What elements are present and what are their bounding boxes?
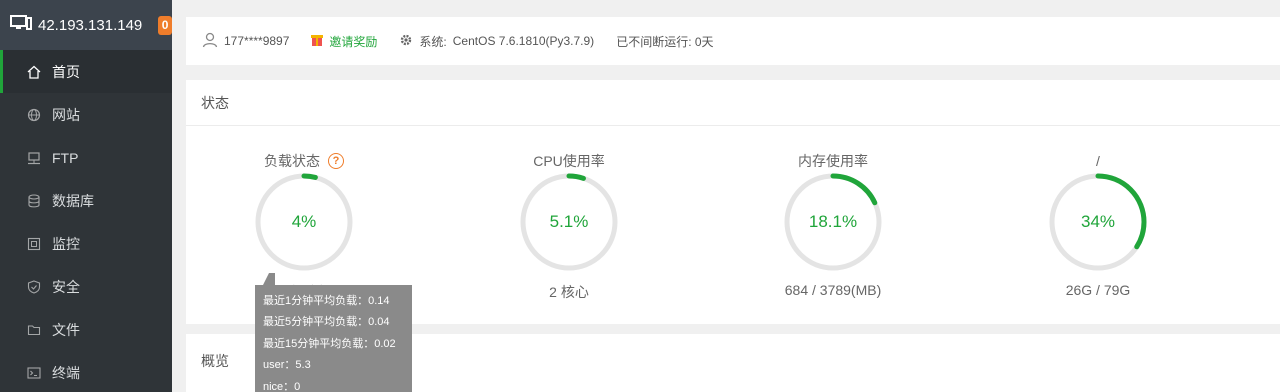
gauge-label: CPU使用率 <box>533 153 605 169</box>
database-icon <box>26 193 42 209</box>
sidebar: 42.193.131.149 0 首页 网站 FTP 数据库 监控 安全 文件 … <box>0 0 172 392</box>
ftp-icon <box>26 150 42 166</box>
gauge-subtext: 26G / 79G <box>1065 282 1131 298</box>
load-tooltip: 最近1分钟平均负载：0.14 最近5分钟平均负载：0.04 最近15分钟平均负载… <box>255 273 412 392</box>
gauge-label: 负载状态 <box>264 153 320 169</box>
gauge-memory[interactable]: 内存使用率 18.1% 684 / 3789(MB) <box>753 150 913 298</box>
gauge-label-row: / <box>1018 150 1178 172</box>
server-header[interactable]: 42.193.131.149 0 <box>0 0 172 50</box>
sidebar-item-label: 文件 <box>52 321 80 338</box>
invite-label: 邀请奖励 <box>329 34 378 49</box>
gauge-ring: 5.1% <box>519 172 619 272</box>
tooltip-line: 最近1分钟平均负载：0.14 <box>263 295 390 307</box>
gauge-label: / <box>1096 153 1100 169</box>
sidebar-item-websites[interactable]: 网站 <box>0 93 172 136</box>
help-icon[interactable]: ? <box>328 153 344 169</box>
user-icon <box>202 32 224 51</box>
sidebar-item-security[interactable]: 安全 <box>0 265 172 308</box>
gauge-ring: 4% <box>254 172 354 272</box>
gauge-ring: 18.1% <box>783 172 883 272</box>
gauge-label-row: 内存使用率 <box>753 150 913 172</box>
terminal-icon <box>26 365 42 381</box>
folder-icon <box>26 322 42 338</box>
monitor-icon <box>26 236 42 252</box>
globe-icon <box>26 107 42 123</box>
sidebar-item-label: 首页 <box>52 63 80 80</box>
sidebar-item-label: 终端 <box>52 364 80 381</box>
tooltip-line: 最近15分钟平均负载：0.02 <box>263 337 396 350</box>
tooltip-line: 最近5分钟平均负载：0.04 <box>263 316 390 329</box>
top-info-bar: 177****9897 邀请奖励 系统: CentOS 7.6.1810(Py3… <box>186 17 1280 65</box>
system-info: 系统: CentOS 7.6.1810(Py3.7.9) <box>399 33 594 50</box>
sidebar-item-ftp[interactable]: FTP <box>0 136 172 179</box>
gauge-cpu[interactable]: CPU使用率 5.1% 2 核心 <box>489 150 649 302</box>
status-title: 状态 <box>186 80 1280 126</box>
shield-icon <box>26 279 42 295</box>
server-icon <box>10 14 32 36</box>
gear-icon <box>399 33 419 50</box>
tooltip-line: user：5.3 <box>263 359 311 372</box>
sidebar-item-monitor[interactable]: 监控 <box>0 222 172 265</box>
gauge-disk[interactable]: / 34% 26G / 79G <box>1018 150 1178 298</box>
sidebar-item-terminal[interactable]: 终端 <box>0 351 172 392</box>
gauge-value: 4% <box>291 212 317 231</box>
gauge-subtext: 684 / 3789(MB) <box>784 282 882 298</box>
server-ip: 42.193.131.149 <box>38 16 143 34</box>
sidebar-item-database[interactable]: 数据库 <box>0 179 172 222</box>
sidebar-item-files[interactable]: 文件 <box>0 308 172 351</box>
sidebar-item-label: 网站 <box>52 106 80 123</box>
uptime-text: 已不间断运行: 0天 <box>616 34 714 49</box>
system-label: 系统: <box>419 34 447 49</box>
sidebar-item-label: 安全 <box>52 278 80 295</box>
sidebar-item-label: FTP <box>52 149 79 166</box>
gauge-subtext: 2 核心 <box>549 284 589 300</box>
invite-reward-link[interactable]: 邀请奖励 <box>311 33 377 50</box>
sidebar-item-label: 数据库 <box>52 192 94 209</box>
notification-badge[interactable]: 0 <box>158 15 172 35</box>
gauge-label-row: CPU使用率 <box>489 150 649 172</box>
uptime-info: 已不间断运行: 0天 <box>616 33 713 50</box>
tooltip-line: nice：0 <box>263 380 301 392</box>
gauge-ring: 34% <box>1048 172 1148 272</box>
system-value: CentOS 7.6.1810(Py3.7.9) <box>452 34 595 48</box>
gauge-label-row: 负载状态 ? <box>224 150 384 172</box>
gauge-label: 内存使用率 <box>798 153 868 169</box>
gift-icon <box>311 33 329 50</box>
gauge-value: 34% <box>1080 212 1116 231</box>
sidebar-item-label: 监控 <box>52 235 80 252</box>
user-info[interactable]: 177****9897 <box>202 32 289 51</box>
gauge-load[interactable]: 负载状态 ? 4% 运行流畅 <box>224 150 384 302</box>
home-icon <box>26 64 42 80</box>
sidebar-item-home[interactable]: 首页 <box>0 50 172 93</box>
gauge-value: 5.1% <box>549 212 589 231</box>
gauge-value: 18.1% <box>808 212 858 231</box>
user-phone: 177****9897 <box>224 34 290 48</box>
